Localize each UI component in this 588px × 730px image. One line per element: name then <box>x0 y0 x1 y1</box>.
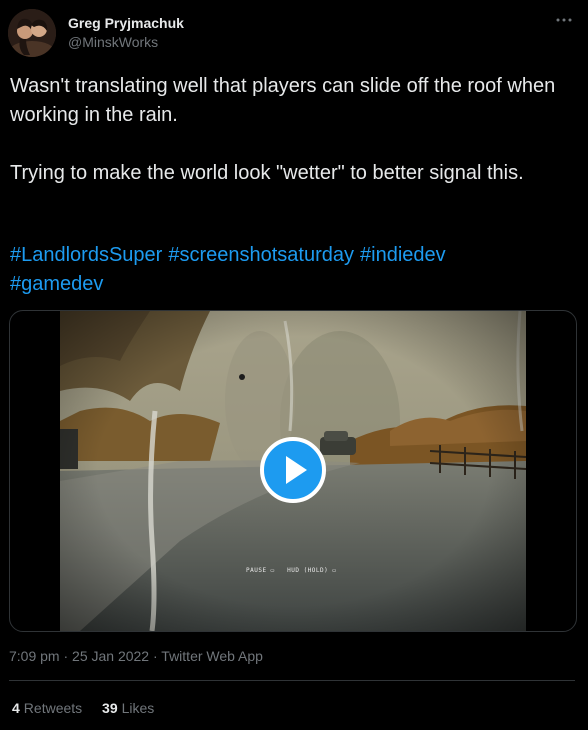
hud-pause-label: PAUSE <box>246 567 267 574</box>
hud-hold-label: HUD (HOLD) <box>287 567 329 574</box>
play-icon <box>286 456 307 484</box>
tweet-stats: 4 Retweets 39 Likes <box>12 698 170 718</box>
author-block: Greg Pryjmachuk @MinskWorks <box>68 14 184 52</box>
retweets-count: 4 <box>12 700 20 716</box>
hashtag-link[interactable]: #screenshotsaturday <box>168 244 354 266</box>
likes-stat[interactable]: 39 Likes <box>102 700 154 716</box>
hashtag-link[interactable]: #gamedev <box>10 273 103 295</box>
tweet-text: Wasn't translating well that players can… <box>10 75 556 184</box>
video-player[interactable]: PAUSE ▭ HUD (HOLD) ▭ <box>9 310 577 632</box>
play-button[interactable] <box>260 437 326 503</box>
retweets-label: Retweets <box>23 700 83 716</box>
author-display-name[interactable]: Greg Pryjmachuk <box>68 14 184 32</box>
more-horizontal-icon[interactable] <box>554 12 574 28</box>
video-hud-overlay: PAUSE ▭ HUD (HOLD) ▭ <box>246 567 337 574</box>
avatar-image <box>8 9 56 57</box>
hashtag-list: #LandlordsSuper #screenshotsaturday #indie… <box>10 241 570 299</box>
likes-count: 39 <box>102 700 118 716</box>
hashtag-link[interactable]: #indiedev <box>360 244 446 266</box>
hashtag-link[interactable]: #LandlordsSuper <box>10 244 162 266</box>
retweets-stat[interactable]: 4 Retweets <box>12 700 82 716</box>
divider <box>9 680 575 681</box>
author-handle[interactable]: @MinskWorks <box>68 32 184 52</box>
tweet-timestamp[interactable]: 7:09 pm · 25 Jan 2022 · Twitter Web App <box>9 646 263 666</box>
tweet: Greg Pryjmachuk @MinskWorks Wasn't trans… <box>0 0 588 730</box>
likes-label: Likes <box>121 700 155 716</box>
avatar[interactable] <box>8 9 56 57</box>
